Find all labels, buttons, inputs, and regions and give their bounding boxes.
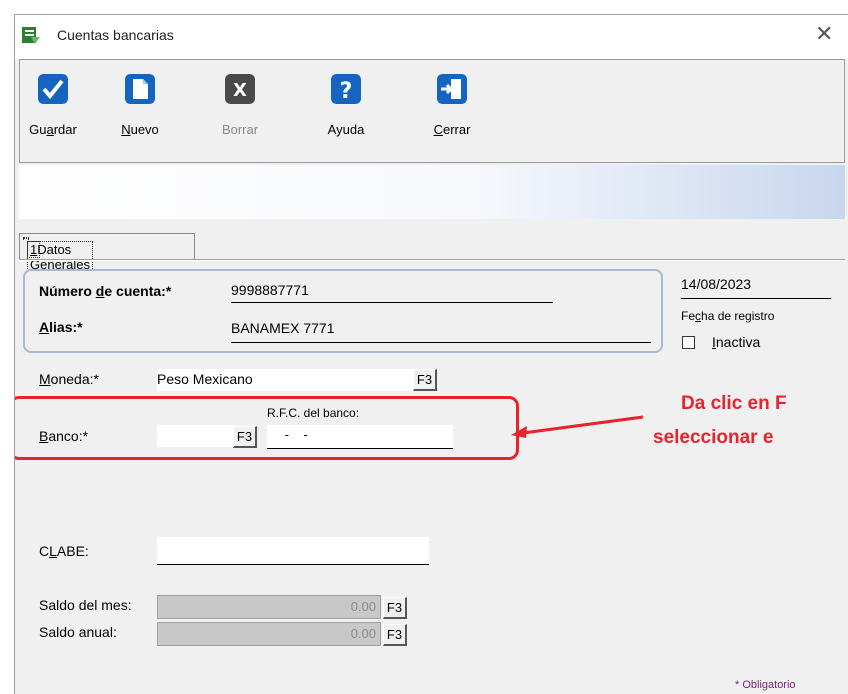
delete-label: Borrar	[221, 122, 259, 137]
clabe-field[interactable]	[157, 537, 429, 565]
annotation-line1: Da clic en F	[681, 393, 787, 414]
save-label: Guardar	[29, 122, 77, 137]
save-button[interactable]: Guardar	[20, 66, 86, 158]
account-number-label: Número de cuenta:*	[39, 283, 172, 299]
new-document-icon	[125, 74, 155, 104]
svg-text:X: X	[233, 80, 247, 101]
bank-label: Banco:*	[39, 428, 89, 444]
inactive-checkbox[interactable]	[682, 336, 695, 349]
tab-label: 1. Datos Generales	[23, 237, 93, 273]
bank-rfc-label: R.F.C. del banco:	[267, 406, 360, 420]
tab-datos-generales[interactable]: 1. Datos Generales	[19, 233, 195, 273]
bank-rfc-field[interactable]: - -	[267, 425, 453, 449]
title-bar: Cuentas bancarias ✕	[15, 15, 848, 59]
bank-f3-button[interactable]: F3	[233, 426, 257, 448]
exit-door-icon	[437, 74, 467, 104]
help-question-icon: ?	[331, 74, 361, 104]
account-number-field[interactable]: 9998887771	[231, 282, 553, 303]
required-note: * Obligatorio	[735, 679, 796, 691]
monthly-balance-field: 0.00	[157, 595, 381, 619]
delete-button[interactable]: X Borrar	[208, 66, 272, 158]
alias-label: Alias:*	[39, 319, 83, 335]
clabe-label: CLABE:	[39, 543, 89, 559]
toolbar: Guardar Nuevo X Borrar ? Ayuda Cerrar	[19, 59, 845, 163]
inactive-label: Inactiva	[712, 334, 761, 350]
annotation-line2: seleccionar e	[653, 427, 774, 448]
currency-field-box[interactable]: Peso Mexicano	[157, 369, 413, 391]
registration-date-label: Fecha de registro	[681, 309, 775, 323]
window-title: Cuentas bancarias	[57, 27, 174, 43]
help-button[interactable]: ? Ayuda	[314, 66, 378, 158]
bank-field[interactable]	[157, 425, 235, 447]
close-icon[interactable]: ✕	[815, 21, 833, 47]
monthly-balance-label: Saldo del mes:	[39, 597, 132, 613]
monthly-balance-f3-button[interactable]: F3	[383, 597, 407, 619]
checkmark-icon	[38, 74, 68, 104]
annual-balance-field: 0.00	[157, 622, 381, 646]
annual-balance-label: Saldo anual:	[39, 624, 117, 640]
registration-date-field[interactable]: 14/08/2023	[681, 276, 831, 299]
annotation-arrow	[511, 415, 644, 438]
currency-label: Moneda:*	[39, 371, 99, 387]
new-label: Nuevo	[121, 122, 159, 137]
currency-f3-button[interactable]: F3	[413, 369, 437, 391]
tab-panel-border	[19, 259, 845, 261]
alias-field[interactable]: BANAMEX 7771	[231, 320, 651, 343]
new-button[interactable]: Nuevo	[108, 66, 172, 158]
svg-text:?: ?	[340, 79, 353, 104]
window: Cuentas bancarias ✕ Guardar Nuevo X Borr…	[14, 14, 848, 694]
help-label: Ayuda	[327, 122, 365, 137]
close-button[interactable]: Cerrar	[424, 66, 480, 158]
delete-x-icon: X	[225, 74, 255, 104]
bank-rfc-value: - -	[281, 427, 308, 442]
currency-value: Peso Mexicano	[157, 371, 253, 387]
annual-balance-f3-button[interactable]: F3	[383, 624, 407, 646]
app-icon	[22, 27, 40, 44]
header-banner	[19, 165, 845, 219]
close-label: Cerrar	[433, 122, 471, 137]
